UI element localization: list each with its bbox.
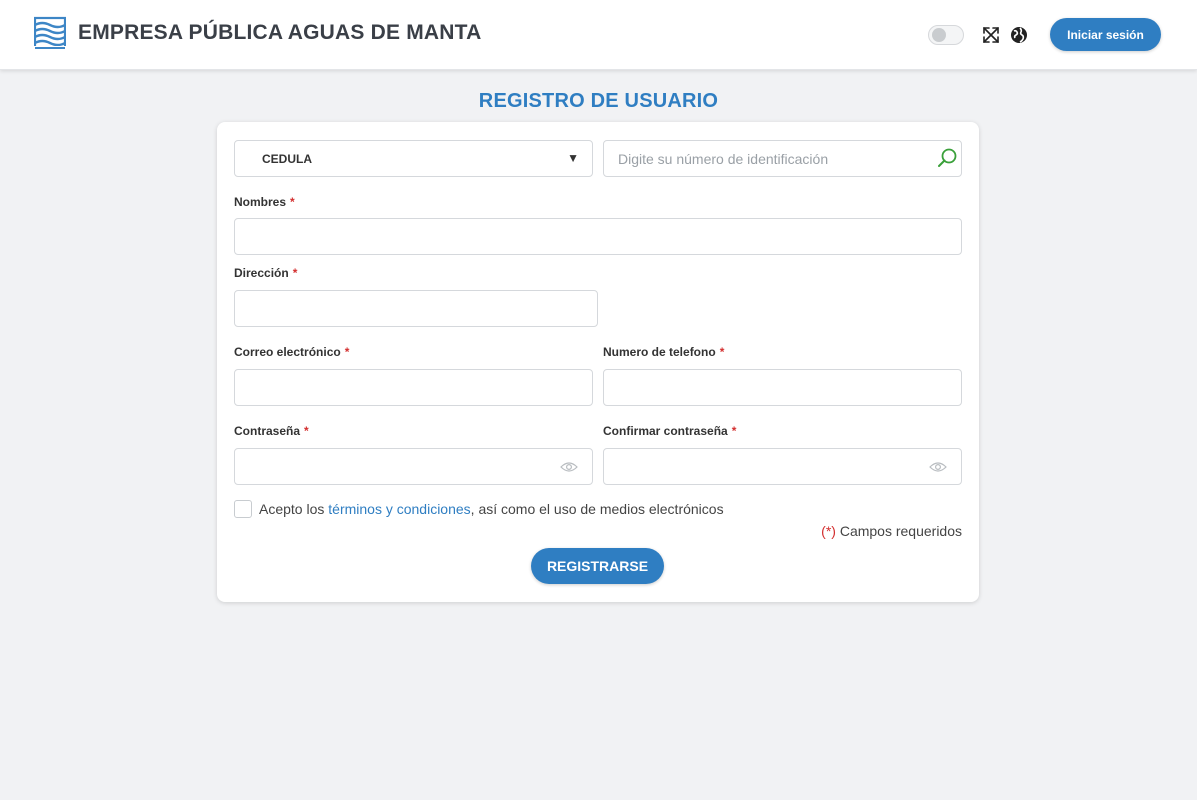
required-mark: * (290, 195, 295, 209)
brand-name: EMPRESA PÚBLICA AGUAS DE MANTA (78, 21, 482, 44)
direccion-label: Dirección * (234, 266, 297, 280)
required-mark: * (719, 345, 725, 359)
chevron-down-icon: ▼ (567, 151, 579, 165)
brand[interactable]: EMPRESA PÚBLICA AGUAS DE MANTA (34, 16, 481, 50)
registration-card: CEDULA ▼ Digite su número de identificac… (217, 122, 979, 602)
expand-arrows-icon[interactable] (982, 26, 1000, 44)
id-type-value: CEDULA (262, 152, 312, 166)
password-field[interactable] (234, 448, 593, 485)
top-navbar: EMPRESA PÚBLICA AGUAS DE MANTA Iniciar s… (0, 0, 1197, 70)
required-note-mark: (*) (821, 523, 836, 539)
required-mark: * (292, 266, 298, 280)
terms-checkbox[interactable] (234, 500, 252, 518)
page-title: REGISTRO DE USUARIO (478, 90, 719, 112)
telefono-label: Numero de telefono * (603, 345, 724, 359)
direccion-label-text: Dirección (234, 266, 289, 280)
password-label: Contraseña * (234, 424, 309, 438)
confirm-password-label-text: Confirmar contraseña (603, 424, 728, 438)
phone-field[interactable] (603, 369, 962, 406)
id-number-input[interactable]: Digite su número de identificación (603, 140, 962, 177)
login-button[interactable]: Iniciar sesión (1050, 18, 1161, 51)
waves-logo-icon (34, 16, 66, 50)
register-button[interactable]: REGISTRARSE (531, 548, 664, 584)
confirm-password-field[interactable] (603, 448, 962, 485)
nombres-label-text: Nombres (234, 195, 287, 209)
correo-label-text: Correo electrónico (234, 345, 341, 359)
id-number-placeholder: Digite su número de identificación (618, 151, 829, 167)
required-mark: * (304, 424, 309, 438)
nombres-label: Nombres * (234, 195, 295, 209)
direccion-field[interactable] (234, 290, 598, 327)
theme-toggle[interactable] (928, 25, 964, 45)
terms-suffix: , así como el uso de medios electrónicos (470, 501, 724, 517)
terms-link[interactable]: términos y condiciones (328, 501, 470, 517)
terms-prefix: Acepto los (259, 501, 329, 517)
eye-icon[interactable] (560, 461, 578, 473)
password-label-text: Contraseña (234, 424, 301, 438)
terms-text: Acepto los términos y condiciones, así c… (259, 501, 724, 517)
toggle-knob (932, 28, 946, 42)
correo-label: Correo electrónico * (234, 345, 349, 359)
required-note-text: Campos requeridos (835, 523, 962, 539)
required-mark: * (344, 345, 350, 359)
search-icon[interactable] (935, 146, 959, 170)
nombres-field[interactable] (234, 218, 962, 255)
required-fields-note: (*) Campos requeridos (821, 523, 962, 539)
confirm-password-label: Confirmar contraseña * (603, 424, 736, 438)
eye-icon[interactable] (929, 461, 947, 473)
id-type-select[interactable]: CEDULA ▼ (234, 140, 593, 177)
email-field[interactable] (234, 369, 593, 406)
required-mark: * (731, 424, 737, 438)
telefono-label-text: Numero de telefono (603, 345, 716, 359)
globe-icon[interactable] (1010, 26, 1028, 44)
